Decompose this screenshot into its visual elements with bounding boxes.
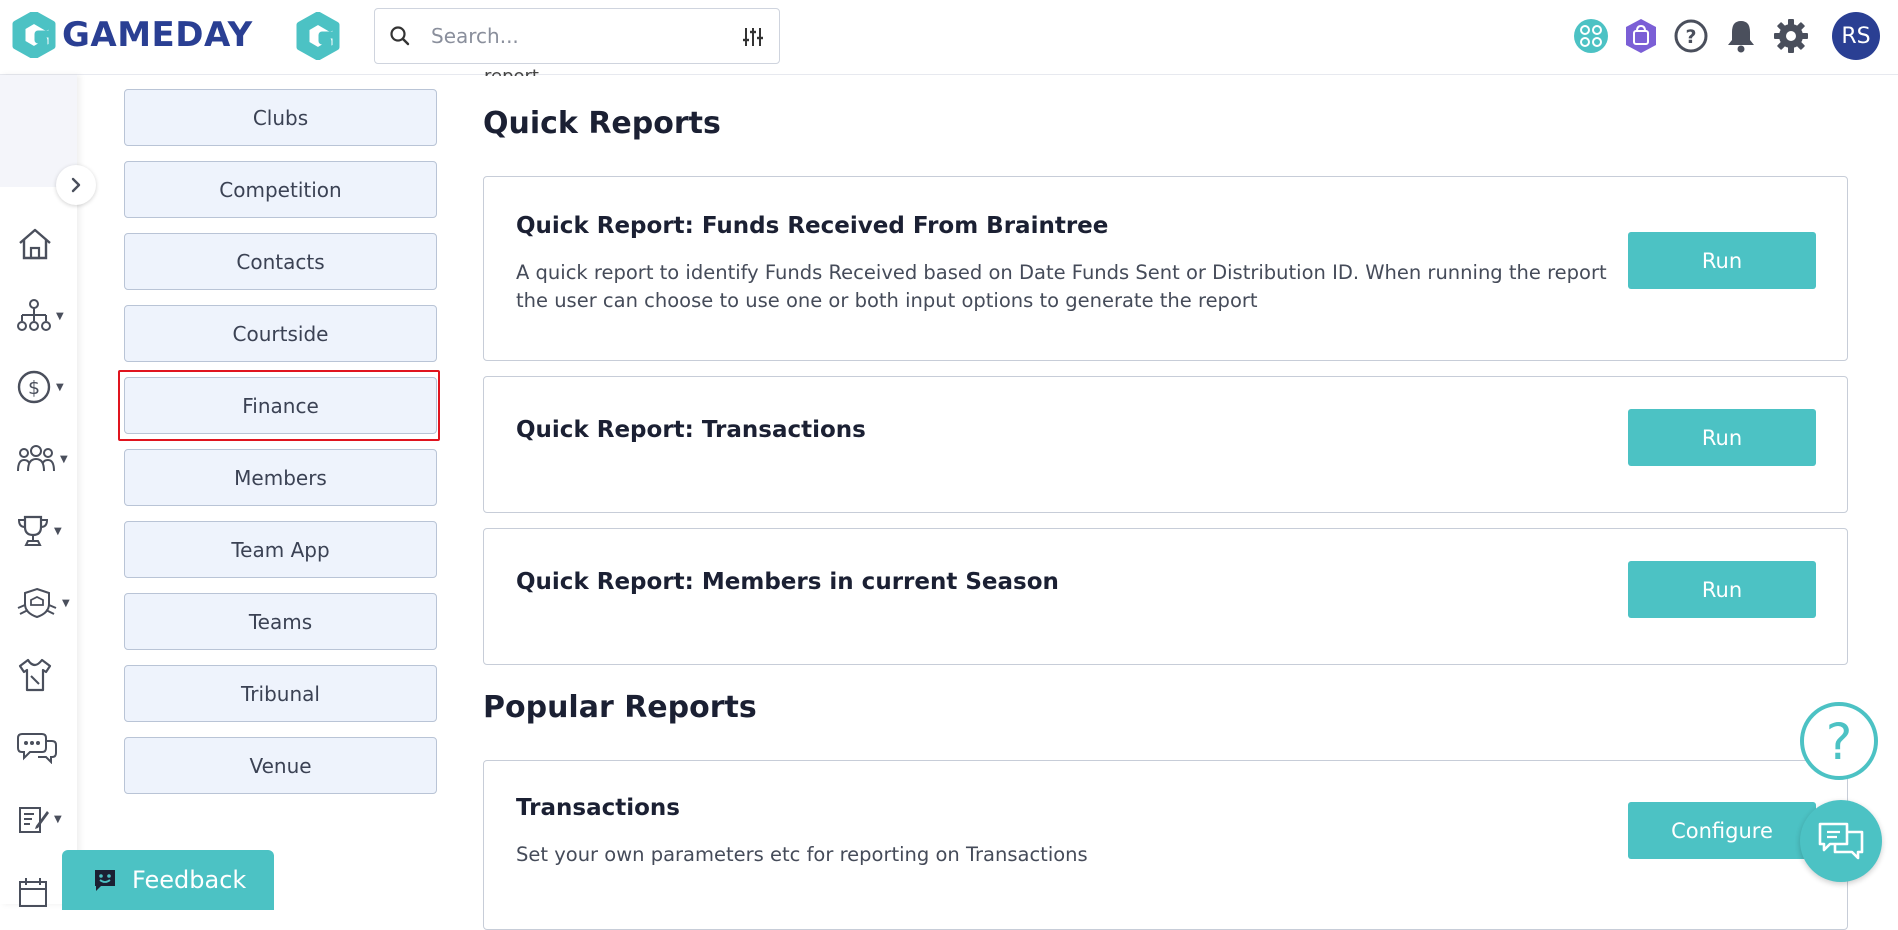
rail-home[interactable]	[16, 222, 74, 266]
org-logo-icon[interactable]	[296, 11, 340, 64]
feedback-button[interactable]: Feedback	[62, 850, 274, 910]
rail-competitions[interactable]: ▼	[16, 509, 74, 553]
category-label: Teams	[248, 609, 313, 634]
feedback-label: Feedback	[132, 866, 247, 894]
dollar-icon: $	[17, 370, 51, 404]
category-label: Competition	[219, 177, 342, 202]
home-icon	[19, 228, 51, 260]
popular-report-card: Transactions Set your own parameters etc…	[483, 760, 1848, 930]
chevron-right-icon	[71, 177, 81, 193]
brand-name: GAMEDAY	[62, 15, 253, 55]
sidebar-expand-toggle[interactable]	[56, 165, 96, 205]
people-network-icon[interactable]	[1571, 16, 1611, 56]
category-tribunal[interactable]: Tribunal	[124, 665, 437, 722]
report-description: A quick report to identify Funds Receive…	[516, 261, 1607, 312]
chevron-down-icon: ▼	[56, 381, 64, 393]
rail-finance[interactable]: $ ▼	[16, 365, 74, 409]
category-label: Venue	[249, 753, 312, 778]
user-avatar[interactable]: RS	[1832, 12, 1880, 60]
smiley-chat-icon	[95, 870, 115, 891]
chat-bubbles-icon	[1818, 822, 1864, 860]
run-button[interactable]: Run	[1628, 409, 1816, 466]
report-description: Set your own parameters etc for reportin…	[516, 843, 1088, 866]
category-clubs[interactable]: Clubs	[124, 89, 437, 146]
gameday-g-icon	[12, 12, 56, 58]
rail-forms[interactable]: ▼	[16, 797, 74, 841]
category-label: Tribunal	[241, 681, 320, 706]
help-fab[interactable]: ?	[1800, 702, 1878, 780]
rail-uniforms[interactable]	[16, 653, 74, 697]
category-teams[interactable]: Teams	[124, 593, 437, 650]
help-icon[interactable]: ?	[1671, 16, 1711, 56]
category-members[interactable]: Members	[124, 449, 437, 506]
chevron-down-icon: ▼	[62, 597, 70, 609]
search-icon	[390, 26, 410, 46]
chat-icon	[17, 733, 57, 764]
search-box[interactable]	[374, 8, 780, 64]
rail-teams[interactable]: ▼	[16, 581, 74, 625]
category-label: Contacts	[236, 249, 325, 274]
quick-report-card: Quick Report: Members in current Season …	[483, 528, 1848, 665]
gameday-logo[interactable]: GAMEDAY	[12, 12, 253, 58]
shopping-bag-icon[interactable]	[1621, 16, 1661, 56]
chevron-down-icon: ▼	[54, 813, 62, 825]
popular-reports-title: Popular Reports	[483, 690, 757, 725]
report-title: Quick Report: Transactions	[516, 417, 866, 443]
category-label: Team App	[231, 537, 330, 562]
quick-report-card: Quick Report: Transactions Run	[483, 376, 1848, 513]
chevron-down-icon: ▼	[56, 310, 64, 322]
filter-sliders-icon[interactable]	[741, 25, 765, 49]
category-courtside[interactable]: Courtside	[124, 305, 437, 362]
category-competition[interactable]: Competition	[124, 161, 437, 218]
selected-category-highlight	[118, 370, 440, 441]
category-contacts[interactable]: Contacts	[124, 233, 437, 290]
quick-report-card: Quick Report: Funds Received From Braint…	[483, 176, 1848, 361]
user-initials: RS	[1841, 23, 1871, 49]
report-title: Transactions	[516, 795, 680, 821]
category-label: Members	[234, 465, 327, 490]
edit-form-icon	[19, 807, 49, 833]
report-title: Quick Report: Members in current Season	[516, 569, 1059, 595]
category-team-app[interactable]: Team App	[124, 521, 437, 578]
rail-members[interactable]: ▼	[16, 437, 74, 481]
search-input[interactable]	[431, 19, 721, 53]
rail-organisation[interactable]: ▼	[16, 294, 74, 338]
bell-icon[interactable]	[1721, 16, 1761, 56]
chevron-down-icon: ▼	[54, 525, 62, 537]
run-button[interactable]: Run	[1628, 561, 1816, 618]
svg-text:$: $	[28, 377, 40, 399]
chevron-down-icon: ▼	[60, 453, 68, 465]
org-chart-icon	[17, 299, 51, 331]
partial-text: report.	[484, 58, 545, 76]
members-group-icon	[17, 445, 55, 472]
category-label: Clubs	[252, 105, 309, 130]
chat-fab[interactable]	[1800, 800, 1882, 882]
quick-reports-title: Quick Reports	[483, 106, 721, 141]
gear-icon[interactable]	[1771, 16, 1811, 56]
report-title: Quick Report: Funds Received From Braint…	[516, 213, 1109, 239]
team-shield-icon	[17, 587, 57, 619]
trophy-icon	[17, 515, 49, 546]
svg-text:?: ?	[1685, 26, 1696, 48]
run-button[interactable]: Run	[1628, 232, 1816, 289]
top-header: GAMEDAY Search... ? RS	[0, 0, 1898, 75]
category-venue[interactable]: Venue	[124, 737, 437, 794]
question-icon: ?	[1826, 715, 1853, 767]
calendar-icon	[19, 878, 47, 907]
jersey-icon	[18, 658, 52, 692]
rail-communications[interactable]	[16, 725, 74, 769]
category-label: Courtside	[232, 321, 329, 346]
configure-button[interactable]: Configure	[1628, 802, 1816, 859]
svg-text:?: ?	[1826, 715, 1853, 767]
